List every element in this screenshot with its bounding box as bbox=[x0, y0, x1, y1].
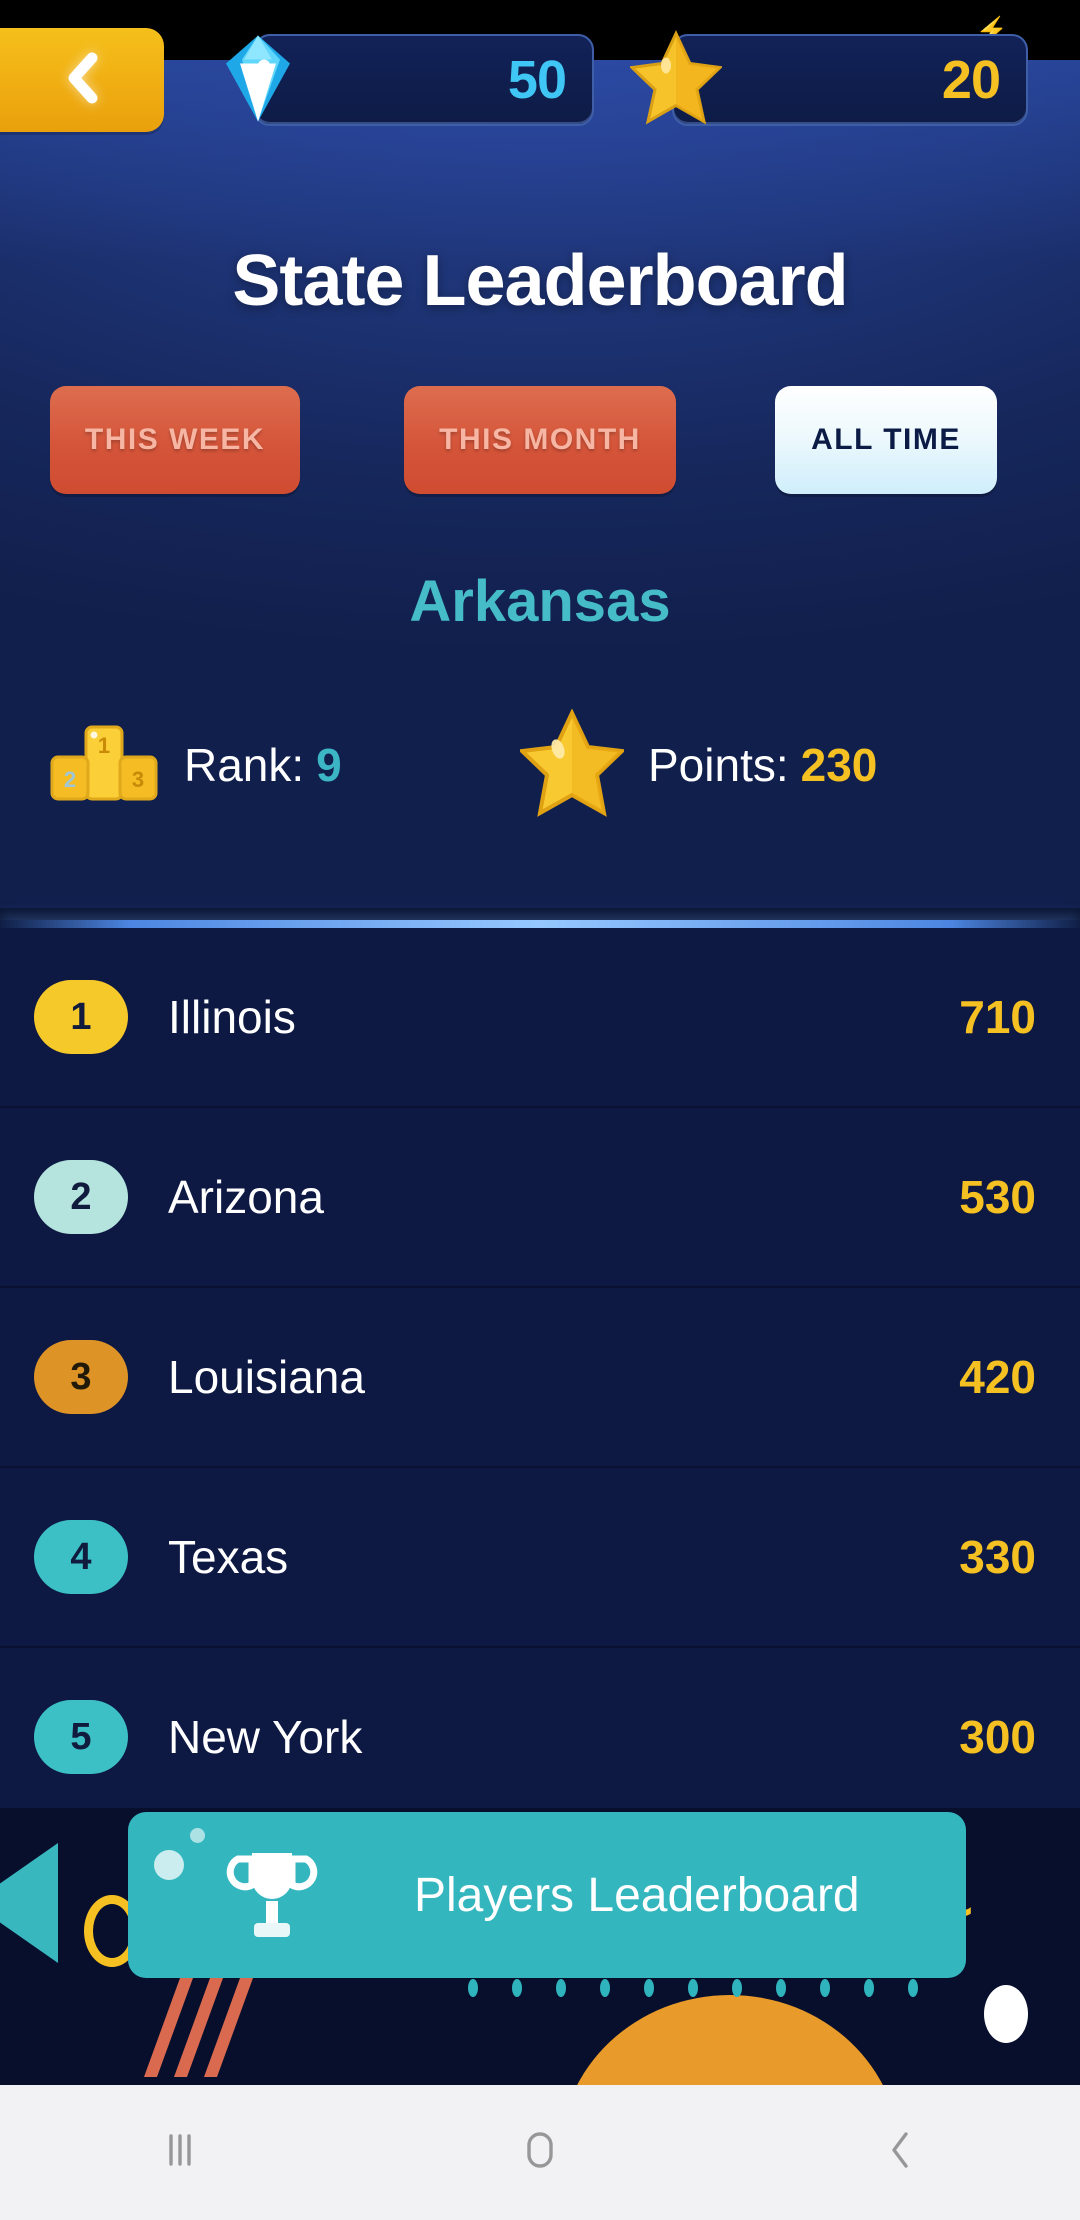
android-nav-bar bbox=[0, 2085, 1080, 2220]
row-score: 530 bbox=[959, 1171, 1036, 1223]
diagonal-stripes-shape bbox=[143, 1967, 258, 2077]
svg-text:2: 2 bbox=[64, 767, 76, 792]
star-value: 20 bbox=[941, 50, 1001, 110]
points-value: 230 bbox=[800, 739, 878, 791]
rank-badge: 3 bbox=[34, 1340, 128, 1414]
page-title: State Leaderboard bbox=[232, 241, 848, 321]
table-row[interactable]: 2 Arizona 530 bbox=[0, 1108, 1080, 1288]
rank-block: 1 2 3 Rank: 9 bbox=[48, 700, 342, 830]
nav-home-button[interactable] bbox=[360, 2124, 720, 2181]
row-state-name: Texas bbox=[168, 1531, 289, 1583]
back-button[interactable] bbox=[0, 28, 164, 132]
players-leaderboard-button[interactable]: Players Leaderboard bbox=[128, 1812, 966, 1978]
gem-icon bbox=[212, 30, 304, 131]
svg-text:3: 3 bbox=[132, 767, 144, 792]
star-icon bbox=[628, 29, 724, 131]
rank-badge: 4 bbox=[34, 1520, 128, 1594]
back-chevron-icon bbox=[60, 52, 104, 109]
points-label: Points: bbox=[648, 739, 789, 791]
star-icon bbox=[517, 707, 627, 822]
tab-all-time[interactable]: ALL TIME bbox=[775, 386, 997, 494]
row-state-name: Arizona bbox=[168, 1171, 324, 1223]
row-state-name: New York bbox=[168, 1711, 363, 1763]
svg-text:1: 1 bbox=[98, 733, 110, 758]
current-state-name: Arkansas bbox=[409, 569, 671, 634]
trophy-icon bbox=[226, 1845, 318, 1945]
user-stats-row: 1 2 3 Rank: 9 Points: 230 bbox=[0, 700, 1080, 830]
nav-back-button[interactable] bbox=[720, 2124, 1080, 2181]
tab-this-week[interactable]: THIS WEEK bbox=[50, 386, 300, 494]
gem-value: 50 bbox=[507, 50, 567, 110]
table-row[interactable]: 4 Texas 330 bbox=[0, 1468, 1080, 1648]
leaderboard-list[interactable]: 1 Illinois 710 2 Arizona 530 3 Louisiana 420 4 Tex… bbox=[0, 928, 1080, 1808]
bubble-small-decor bbox=[190, 1828, 205, 1843]
rank-label: Rank: bbox=[184, 739, 305, 791]
home-icon bbox=[514, 2124, 566, 2181]
podium-icon: 1 2 3 bbox=[48, 717, 160, 814]
row-score: 330 bbox=[959, 1531, 1036, 1583]
timeframe-tabs: THIS WEEK THIS MONTH ALL TIME bbox=[0, 386, 1080, 498]
row-score: 300 bbox=[959, 1711, 1036, 1763]
gem-counter[interactable]: 50 bbox=[226, 34, 594, 126]
back-icon bbox=[874, 2124, 926, 2181]
header-divider bbox=[0, 920, 1080, 928]
app-screen: ⚡ 50 20 State Leaderboard THIS WEEK THIS… bbox=[0, 0, 1080, 2220]
nav-recents-button[interactable] bbox=[0, 2124, 360, 2181]
bubble-large-decor bbox=[154, 1850, 184, 1880]
tab-this-month[interactable]: THIS MONTH bbox=[404, 386, 676, 494]
row-score: 710 bbox=[959, 991, 1036, 1043]
rank-badge: 1 bbox=[34, 980, 128, 1054]
rank-badge: 5 bbox=[34, 1700, 128, 1774]
white-dot-shape bbox=[984, 1985, 1028, 2043]
star-counter[interactable]: 20 bbox=[628, 29, 1028, 126]
row-state-name: Illinois bbox=[168, 991, 296, 1043]
points-block: Points: 230 bbox=[517, 700, 878, 830]
table-row[interactable]: 1 Illinois 710 bbox=[0, 928, 1080, 1108]
recents-icon bbox=[154, 2124, 206, 2181]
teal-triangle-shape bbox=[0, 1843, 58, 1963]
rank-badge: 2 bbox=[34, 1160, 128, 1234]
table-row[interactable]: 5 New York 300 bbox=[0, 1648, 1080, 1808]
row-score: 420 bbox=[959, 1351, 1036, 1403]
row-state-name: Louisiana bbox=[168, 1351, 365, 1403]
rank-value: 9 bbox=[316, 739, 342, 791]
players-leaderboard-label: Players Leaderboard bbox=[414, 1868, 860, 1922]
top-bar: 50 20 bbox=[0, 28, 1080, 134]
table-row[interactable]: 3 Louisiana 420 bbox=[0, 1288, 1080, 1468]
